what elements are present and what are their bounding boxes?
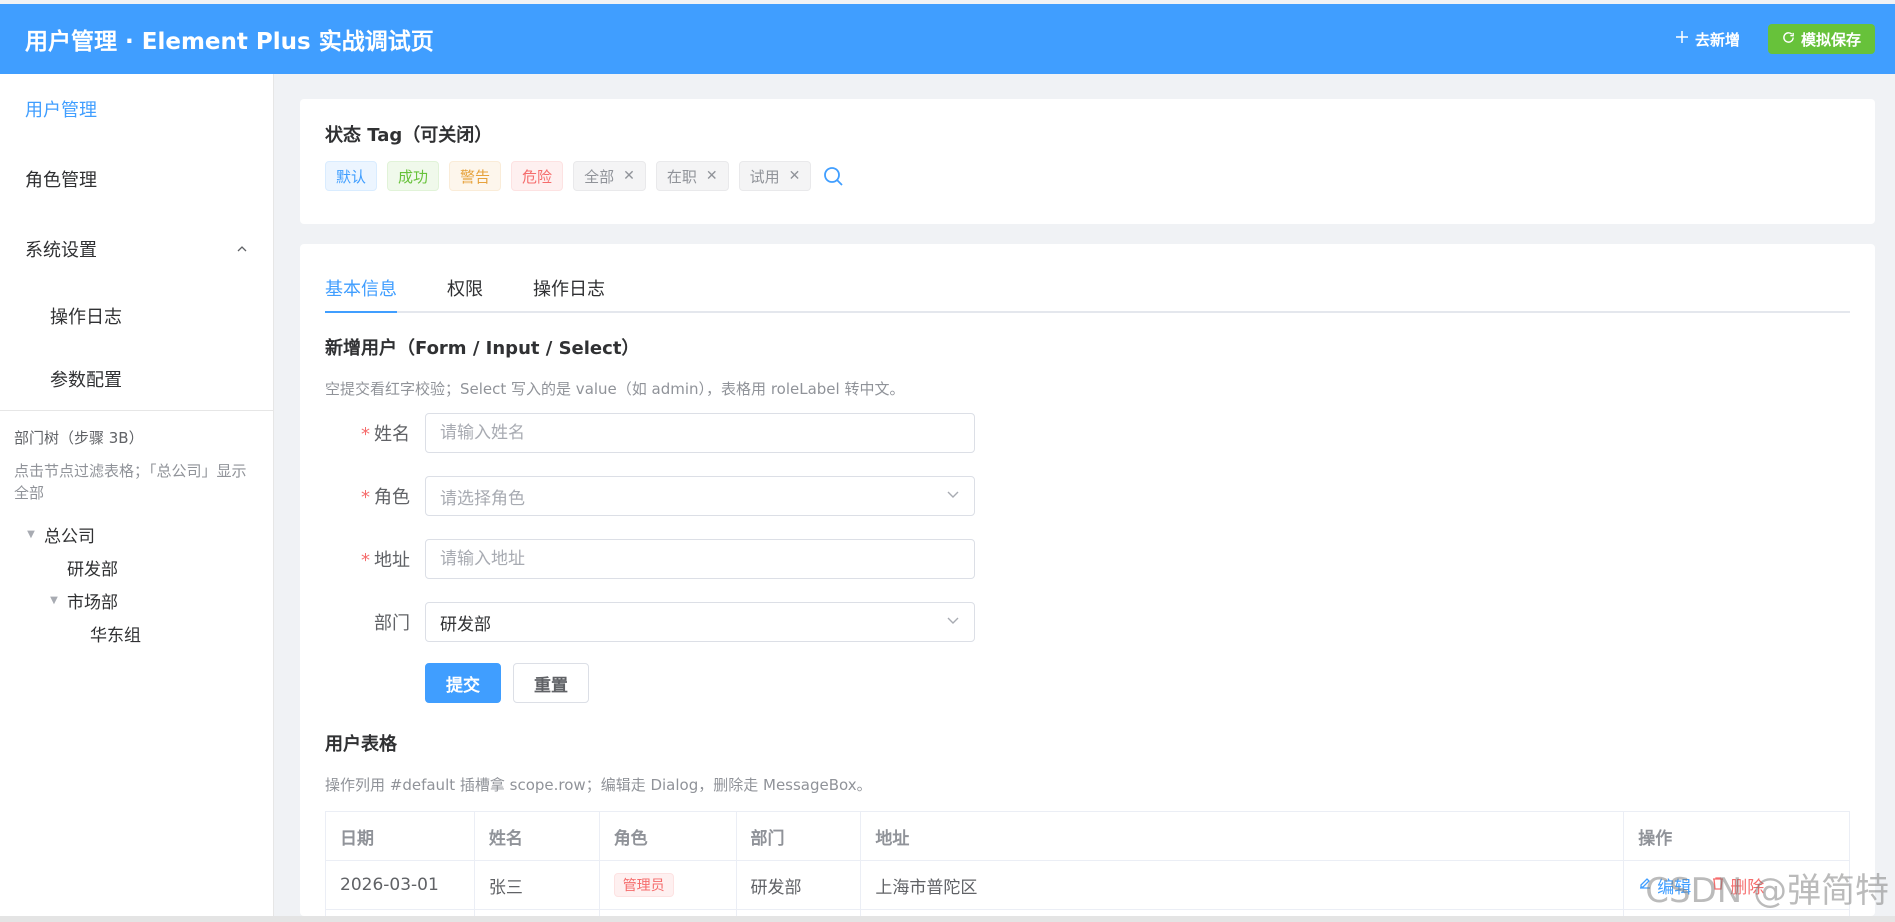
tag-label: 试用 — [749, 167, 780, 186]
col-header-role: 角色 — [600, 812, 737, 860]
tab-permissions[interactable]: 权限 — [447, 275, 483, 311]
form-title: 新增用户（Form / Input / Select） — [325, 338, 640, 359]
app-header: 用户管理 · Element Plus 实战调试页 去新增 模拟保存 — [0, 4, 1895, 74]
chevron-down-icon — [946, 612, 960, 632]
tag-default: 默认 — [325, 161, 378, 191]
form-buttons: 提交 重置 — [325, 663, 1850, 703]
new-button-label: 去新增 — [1694, 30, 1740, 49]
dept-label: 部门 — [374, 613, 410, 634]
close-icon[interactable]: ✕ — [623, 168, 635, 184]
form-row-dept: 部门 研发部 — [325, 602, 1850, 642]
close-icon[interactable]: ✕ — [789, 168, 801, 184]
sidebar-item-users[interactable]: 用户管理 — [0, 74, 273, 144]
tree-node-label: 总公司 — [44, 527, 95, 547]
tree-node-label: 华东组 — [90, 626, 141, 646]
main-card: 基本信息 权限 操作日志 新增用户（Form / Input / Select）… — [300, 244, 1875, 916]
table-desc: 操作列用 #default 插槽拿 scope.row；编辑走 Dialog，删… — [325, 776, 872, 794]
name-input[interactable] — [425, 413, 975, 453]
table-header-row: 日期 姓名 角色 部门 地址 操作 — [326, 812, 1849, 861]
submenu-label: 系统设置 — [25, 240, 97, 261]
caret-down-icon: ▼ — [50, 595, 58, 606]
form-row-name: * 姓名 — [325, 413, 1850, 453]
cell-address: 上海市普陀区 — [861, 861, 1625, 909]
save-button-label: 模拟保存 — [1800, 30, 1861, 49]
page-title: 用户管理 · Element Plus 实战调试页 — [25, 29, 434, 55]
sidebar-item-roles[interactable]: 角色管理 — [0, 144, 273, 214]
cell-role: 管理员 — [600, 861, 737, 909]
user-table: 日期 姓名 角色 部门 地址 操作 2026-03-01 张三 管理员 研发部 … — [325, 811, 1850, 916]
role-label: * 角色 — [361, 487, 410, 508]
col-header-name: 姓名 — [475, 812, 600, 860]
role-select[interactable]: 请选择角色 — [425, 476, 975, 516]
dept-select[interactable]: 研发部 — [425, 602, 975, 642]
sidebar: 用户管理 角色管理 系统设置 操作日志 参数配置 部门树（步骤 3B） 点击节点… — [0, 74, 274, 916]
sidebar-submenu-settings[interactable]: 系统设置 — [0, 214, 273, 284]
close-icon[interactable]: ✕ — [706, 168, 718, 184]
tag-warning: 警告 — [449, 161, 502, 191]
tags-card: 状态 Tag（可关闭） 默认 成功 警告 危险 全部 ✕ 在职 ✕ 试用 ✕ — [300, 99, 1875, 224]
save-button[interactable]: 模拟保存 — [1767, 24, 1875, 54]
tree-node-label: 市场部 — [67, 593, 118, 613]
caret-down-icon: ▼ — [27, 529, 35, 540]
address-input[interactable] — [425, 539, 975, 579]
watermark: CSDN @弹简特 — [1645, 871, 1889, 911]
dept-tree-panel: 部门树（步骤 3B） 点击节点过滤表格；「总公司」显示全部 ▼ 总公司 研发部 … — [0, 411, 273, 666]
tabs: 基本信息 权限 操作日志 — [325, 269, 1850, 313]
tag-label: 在职 — [666, 167, 697, 186]
form-row-role: * 角色 请选择角色 — [325, 476, 1850, 516]
plus-icon — [1675, 30, 1689, 48]
col-header-actions: 操作 — [1638, 828, 1673, 849]
table-row: 2026-03-01 张三 管理员 研发部 上海市普陀区 编辑 删除 — [326, 861, 1849, 910]
col-header-address: 地址 — [861, 812, 1625, 860]
search-icon[interactable] — [821, 164, 845, 188]
tag-list: 默认 成功 警告 危险 全部 ✕ 在职 ✕ 试用 ✕ — [325, 161, 1850, 191]
tag-all: 全部 ✕ — [573, 161, 646, 191]
form-row-address: * 地址 — [325, 539, 1850, 579]
col-header-date: 日期 — [326, 812, 475, 860]
user-form: *姓名 *角色 请选择角色 *地址 部门 研发部 提交 重置 — [325, 413, 1850, 703]
tree-node-market[interactable]: ▼ 市场部 — [14, 584, 259, 617]
role-placeholder: 请选择角色 — [440, 488, 525, 509]
col-header-dept: 部门 — [737, 812, 862, 860]
chevron-down-icon — [946, 486, 960, 506]
bottom-scrollbar — [0, 916, 1895, 922]
header-actions: 去新增 模拟保存 — [1661, 23, 1875, 56]
tag-label: 全部 — [584, 167, 615, 186]
new-button[interactable]: 去新增 — [1661, 23, 1754, 56]
tree-hint: 点击节点过滤表格；「总公司」显示全部 — [14, 462, 247, 502]
address-label: * 地址 — [361, 550, 410, 571]
dept-value: 研发部 — [440, 614, 491, 635]
tag-active: 在职 ✕ — [655, 161, 729, 191]
refresh-icon — [1782, 30, 1795, 48]
name-label: * 姓名 — [361, 424, 410, 445]
tag-success: 成功 — [387, 161, 440, 191]
tag-trial: 试用 ✕ — [738, 161, 812, 191]
tab-logs[interactable]: 操作日志 — [533, 275, 605, 311]
chevron-up-icon — [236, 239, 248, 260]
tab-basic-info[interactable]: 基本信息 — [325, 275, 397, 313]
tree-title: 部门树（步骤 3B） — [14, 429, 144, 447]
reset-button[interactable]: 重置 — [513, 663, 589, 703]
tree-node-east[interactable]: 华东组 — [14, 617, 259, 650]
tags-card-title: 状态 Tag（可关闭） — [325, 125, 493, 146]
table-title: 用户表格 — [325, 734, 397, 755]
cell-date: 2026-03-01 — [326, 861, 475, 909]
tree-node-rd[interactable]: 研发部 — [14, 551, 259, 584]
role-tag: 管理员 — [613, 873, 674, 897]
tree-node-root[interactable]: ▼ 总公司 — [14, 518, 259, 551]
submit-button[interactable]: 提交 — [425, 663, 501, 703]
cell-name: 张三 — [475, 861, 600, 909]
cell-dept: 研发部 — [737, 861, 862, 909]
sidebar-item-params[interactable]: 参数配置 — [0, 347, 273, 410]
tag-danger: 危险 — [511, 161, 564, 191]
sidebar-item-logs[interactable]: 操作日志 — [0, 284, 273, 347]
tree-node-label: 研发部 — [67, 560, 118, 580]
form-desc: 空提交看红字校验；Select 写入的是 value（如 admin），表格用 … — [325, 380, 905, 398]
